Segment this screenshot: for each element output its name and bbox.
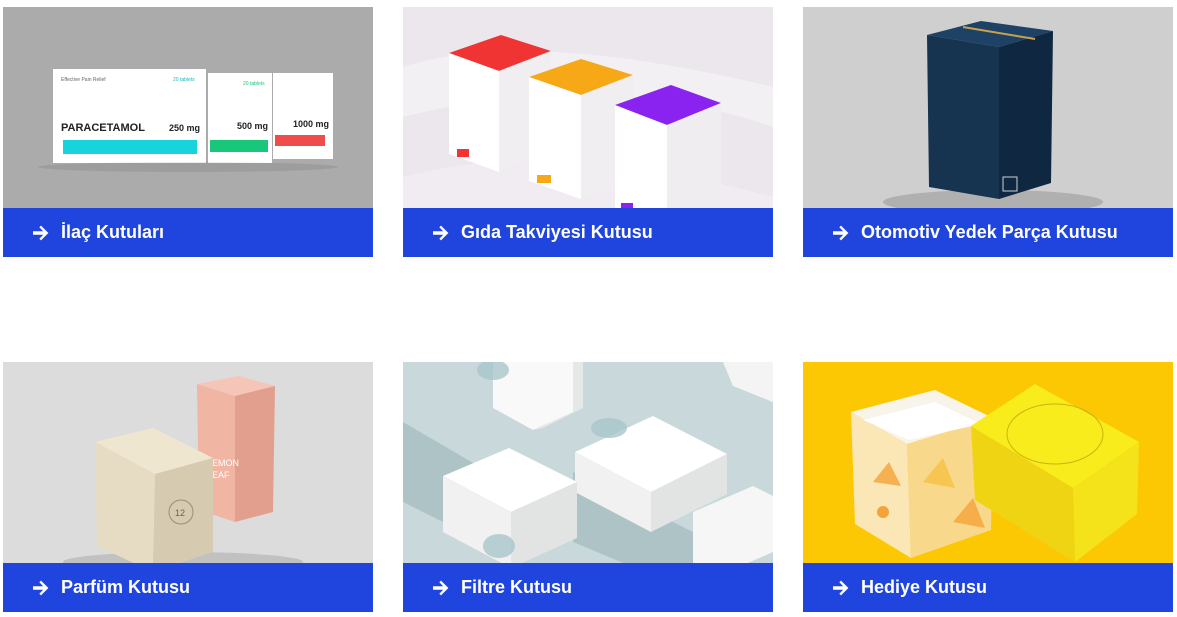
svg-text:12: 12 [175,508,185,518]
category-card-gida[interactable]: Gıda Takviyesi Kutusu [403,7,773,257]
svg-text:500 mg: 500 mg [237,121,268,131]
category-label: Hediye Kutusu [861,577,988,597]
category-label: Otomotiv Yedek Parça Kutusu [861,222,1118,242]
svg-text:250 mg: 250 mg [169,123,200,133]
category-card-otomotiv[interactable]: Otomotiv Yedek Parça Kutusu [803,7,1173,257]
category-label: Gıda Takviyesi Kutusu [461,222,653,242]
arrow-right-icon [431,578,451,598]
svg-text:PARACETAMOL: PARACETAMOL [61,122,145,134]
category-caption[interactable]: Filtre Kutusu [403,563,773,612]
category-card-parfum[interactable]: LEMON LEAF 12 Parfüm Kutusu [3,362,373,612]
category-caption[interactable]: Hediye Kutusu [803,563,1173,612]
svg-text:20 tablets: 20 tablets [243,81,265,87]
arrow-right-icon [831,578,851,598]
category-caption[interactable]: İlaç Kutuları [3,208,373,257]
svg-text:20 tablets: 20 tablets [173,77,195,83]
arrow-right-icon [31,578,51,598]
category-label: Parfüm Kutusu [61,577,191,597]
arrow-right-icon [431,223,451,243]
category-card-hediye[interactable]: Hediye Kutusu [803,362,1173,612]
category-caption[interactable]: Parfüm Kutusu [3,563,373,612]
category-label: İlaç Kutuları [61,222,165,242]
arrow-right-icon [31,223,51,243]
category-caption[interactable]: Gıda Takviyesi Kutusu [403,208,773,257]
arrow-right-icon [831,223,851,243]
category-card-ilac[interactable]: 1000 mg 20 tablets 500 mg Effective Pain… [3,7,373,257]
svg-text:1000 mg: 1000 mg [293,119,329,129]
svg-text:Effective Pain Relief: Effective Pain Relief [61,77,106,83]
category-label: Filtre Kutusu [461,577,572,597]
category-card-filtre[interactable]: Filtre Kutusu [403,362,773,612]
category-caption[interactable]: Otomotiv Yedek Parça Kutusu [803,208,1173,257]
